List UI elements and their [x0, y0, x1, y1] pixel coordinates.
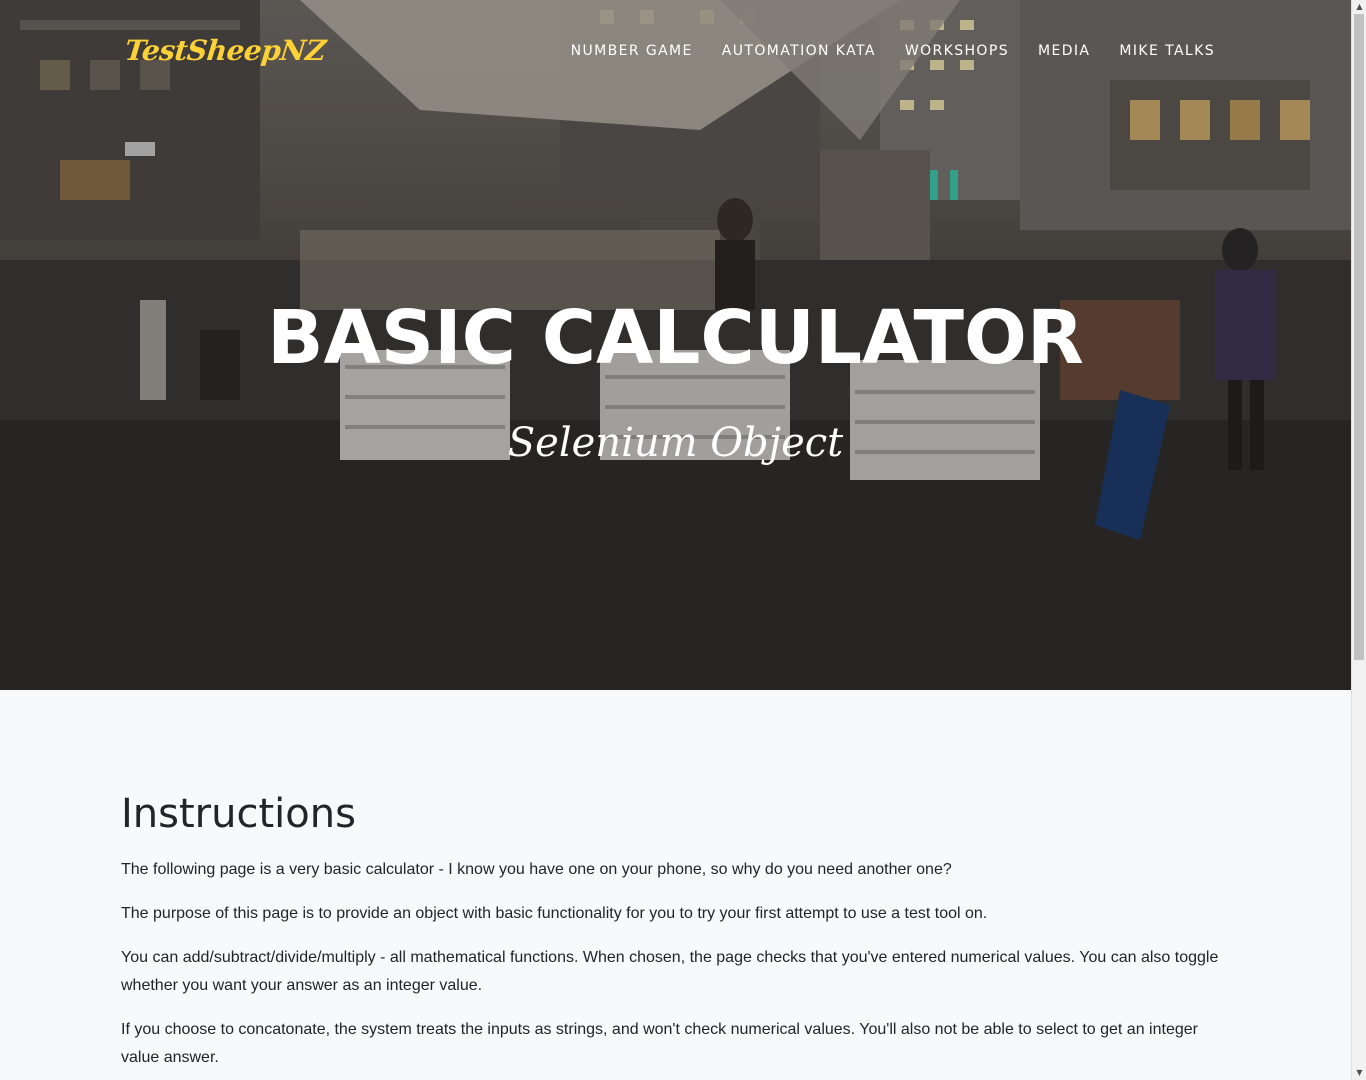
scrollbar-thumb[interactable]	[1354, 14, 1364, 660]
page: TestSheepNZ NUMBER GAME AUTOMATION KATA …	[0, 0, 1351, 1080]
brand-logo[interactable]: TestSheepNZ	[123, 34, 327, 67]
nav-item-automation-kata[interactable]: AUTOMATION KATA	[722, 41, 876, 61]
main-nav: NUMBER GAME AUTOMATION KATA WORKSHOPS ME…	[542, 41, 1215, 61]
instructions-paragraph: The purpose of this page is to provide a…	[121, 905, 988, 922]
instructions-heading: Instructions	[121, 791, 356, 837]
page-title: BASIC CALCULATOR	[267, 295, 1084, 381]
instructions-paragraph: You can add/subtract/divide/multiply - a…	[121, 949, 1219, 994]
nav-item-number-game[interactable]: NUMBER GAME	[571, 41, 693, 61]
hero-masthead: TestSheepNZ NUMBER GAME AUTOMATION KATA …	[0, 0, 1351, 690]
instructions-section: Instructions The following page is a ver…	[121, 790, 1231, 1080]
instructions-paragraph: If you choose to concatonate, the system…	[121, 1021, 1198, 1066]
nav-item-mike-talks[interactable]: MIKE TALKS	[1119, 41, 1215, 61]
vertical-scrollbar[interactable]: ▲ ▼	[1351, 0, 1366, 1080]
nav-item-workshops[interactable]: WORKSHOPS	[905, 41, 1009, 61]
scroll-up-arrow-icon[interactable]: ▲	[1352, 0, 1366, 14]
instructions-paragraph: The following page is a very basic calcu…	[121, 861, 952, 878]
scroll-down-arrow-icon[interactable]: ▼	[1352, 1066, 1366, 1080]
page-subtitle: Selenium Object	[507, 420, 844, 466]
nav-item-media[interactable]: MEDIA	[1038, 41, 1090, 61]
